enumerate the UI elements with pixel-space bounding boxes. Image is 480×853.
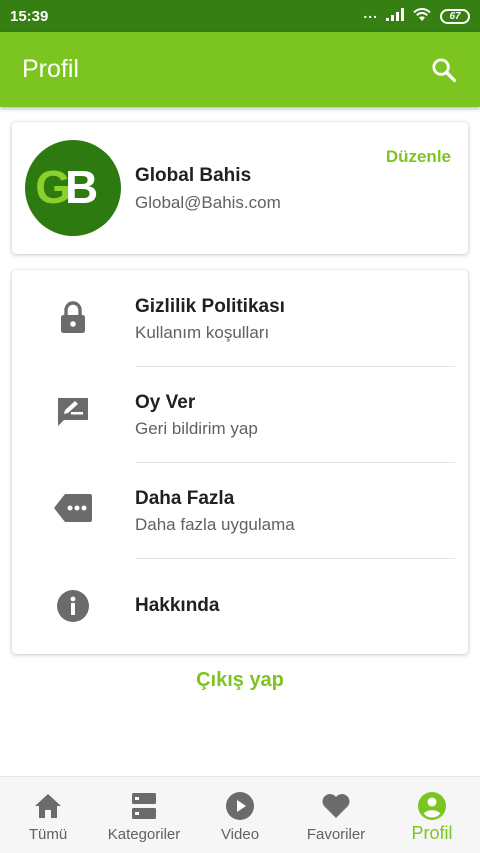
account-icon <box>417 791 447 821</box>
menu-item-subtitle: Kullanım koşulları <box>135 323 270 342</box>
nav-item-profile[interactable]: Profil <box>384 777 480 853</box>
svg-text:B: B <box>65 161 98 213</box>
nav-item-categories[interactable]: Kategoriler <box>96 777 192 853</box>
profile-card: G B Global Bahis Global@Bahis.com Düzenl… <box>12 122 468 254</box>
status-bar: 15:39 ... 67 <box>0 0 480 32</box>
info-icon <box>53 586 93 626</box>
nav-item-favorites[interactable]: Favoriler <box>288 777 384 853</box>
menu-item-privacy-policy[interactable]: Gizlilik Politikası Kullanım koşulları <box>12 270 468 366</box>
page-title: Profil <box>22 55 79 83</box>
signal-icon <box>386 7 404 25</box>
menu-item-more-apps[interactable]: Daha Fazla Daha fazla uygulama <box>12 462 468 558</box>
nav-item-all[interactable]: Tümü <box>0 777 96 853</box>
nav-label: Profil <box>411 823 453 843</box>
categories-icon <box>129 791 159 821</box>
nav-label: Video <box>220 826 260 843</box>
edit-profile-button[interactable]: Düzenle <box>386 147 451 167</box>
app-logo: G B <box>25 140 121 236</box>
menu-card: Gizlilik Politikası Kullanım koşulları O… <box>12 270 468 654</box>
logout-button[interactable]: Çıkış yap <box>0 669 480 692</box>
search-icon <box>432 57 457 82</box>
search-button[interactable] <box>426 52 462 88</box>
status-icons: ... 67 <box>363 5 470 26</box>
menu-item-rate[interactable]: Oy Ver Geri bildirim yap <box>12 366 468 462</box>
nav-label: Kategoriler <box>107 826 181 843</box>
menu-item-title: Hakkında <box>135 595 220 616</box>
bottom-navigation: Tümü Kategoriler Video Favoriler Profil <box>0 776 480 853</box>
battery-indicator: 67 <box>440 8 470 24</box>
app-bar: Profil <box>0 32 480 107</box>
profile-email: Global@Bahis.com <box>135 193 281 212</box>
lock-icon <box>53 298 93 338</box>
wifi-icon <box>412 7 432 26</box>
menu-item-subtitle: Geri bildirim yap <box>135 419 258 438</box>
profile-name: Global Bahis <box>135 165 252 186</box>
notification-dots: ... <box>363 5 378 21</box>
more-tag-icon <box>53 488 93 528</box>
menu-item-title: Daha Fazla <box>135 488 235 509</box>
status-time: 15:39 <box>10 7 49 25</box>
menu-item-about[interactable]: Hakkında <box>12 558 468 654</box>
menu-item-subtitle: Daha fazla uygulama <box>135 515 295 534</box>
nav-label: Favoriler <box>306 826 366 843</box>
nav-item-video[interactable]: Video <box>192 777 288 853</box>
menu-item-title: Oy Ver <box>135 392 196 413</box>
rate-review-icon <box>53 392 93 432</box>
menu-item-title: Gizlilik Politikası <box>135 296 285 317</box>
nav-label: Tümü <box>28 826 68 843</box>
home-icon <box>33 791 63 821</box>
play-icon <box>225 791 255 821</box>
heart-icon <box>321 791 351 821</box>
gb-logo-icon: G B <box>35 161 98 213</box>
